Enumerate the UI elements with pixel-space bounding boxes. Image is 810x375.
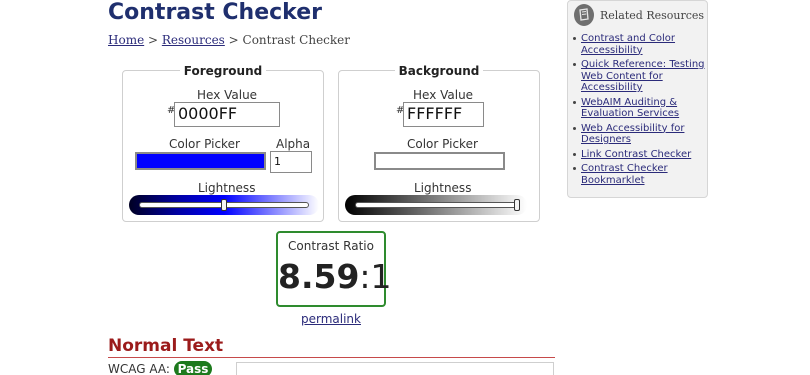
normal-text-sample (236, 362, 554, 375)
related-resource-item: Contrast and Color Accessibility (573, 33, 705, 56)
foreground-panel: Foreground Hex Value # 0000FF Color Pick… (122, 64, 324, 222)
contrast-ratio-box: Contrast Ratio 8.59:1 (276, 231, 392, 307)
breadcrumb-separator: > (224, 33, 243, 47)
background-lightness-slider[interactable] (345, 195, 527, 215)
wcag-aa-status-badge: Pass (174, 361, 212, 375)
background-picker-label: Color Picker (407, 137, 478, 151)
background-color-picker[interactable] (373, 151, 506, 171)
normal-text-heading: Normal Text (108, 336, 224, 356)
breadcrumb-home-link[interactable]: Home (108, 33, 144, 47)
foreground-picker-label: Color Picker (169, 137, 240, 151)
breadcrumb-separator: > (144, 33, 162, 47)
related-resources-panel: Related Resources Contrast and Color Acc… (567, 0, 708, 198)
background-hex-label: Hex Value (413, 88, 474, 102)
foreground-lightness-thumb[interactable] (221, 199, 227, 211)
foreground-alpha-input[interactable]: 1 (270, 151, 312, 173)
related-resource-link[interactable]: Quick Reference: Testing Web Content for… (581, 59, 705, 93)
foreground-lightness-slider[interactable] (129, 195, 319, 215)
related-resource-link[interactable]: Contrast Checker Bookmarklet (581, 163, 668, 186)
related-resource-item: Web Accessibility for Designers (573, 123, 705, 146)
contrast-ratio-value: 8.59:1 (278, 257, 392, 296)
related-resources-list: Contrast and Color Accessibility Quick Re… (573, 33, 705, 189)
wcag-aa-label: WCAG AA: (108, 362, 170, 375)
contrast-ratio-suffix: :1 (359, 257, 392, 296)
contrast-ratio-label: Contrast Ratio (288, 239, 374, 253)
related-resource-link[interactable]: WebAIM Auditing & Evaluation Services (581, 97, 679, 120)
background-lightness-label: Lightness (414, 181, 472, 195)
foreground-alpha-label: Alpha (276, 137, 311, 151)
breadcrumb-resources-link[interactable]: Resources (162, 33, 225, 47)
foreground-title: Foreground (179, 64, 267, 78)
page-title: Contrast Checker (108, 0, 322, 25)
related-resource-link[interactable]: Contrast and Color Accessibility (581, 33, 675, 56)
related-resource-link[interactable]: Web Accessibility for Designers (581, 123, 684, 146)
background-title: Background (394, 64, 484, 78)
related-resource-item: Quick Reference: Testing Web Content for… (573, 59, 705, 94)
related-resources-title: Related Resources (600, 9, 705, 22)
foreground-hex-input[interactable]: 0000FF (174, 102, 280, 127)
book-icon (574, 4, 594, 26)
contrast-ratio-number: 8.59 (278, 257, 360, 296)
background-hex-input[interactable]: FFFFFF (403, 102, 484, 127)
permalink-link[interactable]: permalink (276, 312, 386, 326)
heading-divider (108, 357, 555, 358)
related-resource-item: Contrast Checker Bookmarklet (573, 163, 705, 186)
related-resource-item: Link Contrast Checker (573, 149, 705, 161)
foreground-color-picker[interactable] (134, 151, 267, 171)
background-panel: Background Hex Value # FFFFFF Color Pick… (338, 64, 540, 222)
related-resource-link[interactable]: Link Contrast Checker (581, 149, 691, 160)
breadcrumb: Home > Resources > Contrast Checker (108, 33, 350, 47)
foreground-lightness-label: Lightness (198, 181, 256, 195)
background-lightness-thumb[interactable] (514, 199, 520, 211)
foreground-hex-label: Hex Value (197, 88, 258, 102)
related-resource-item: WebAIM Auditing & Evaluation Services (573, 97, 705, 120)
breadcrumb-current: Contrast Checker (242, 33, 350, 47)
